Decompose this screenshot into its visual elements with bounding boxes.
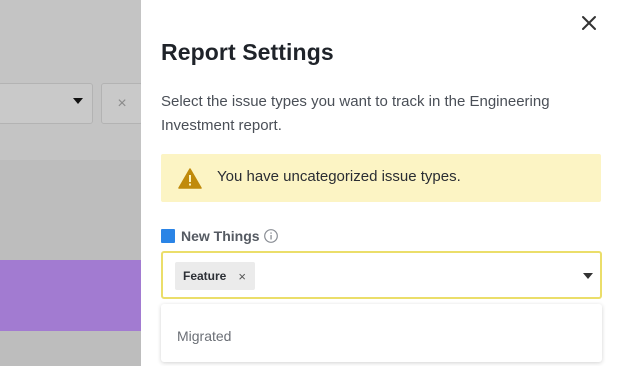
background-purple-bar — [0, 260, 141, 331]
background-footer-area — [0, 331, 141, 366]
category-color-swatch — [161, 229, 175, 243]
drawer-description: Select the issue types you want to track… — [161, 93, 550, 134]
background-caret-down-icon — [73, 98, 83, 104]
info-icon[interactable] — [263, 228, 279, 244]
warning-triangle-icon — [178, 168, 202, 189]
selected-chip-feature: Feature × — [175, 262, 255, 290]
category-label: New Things — [181, 228, 260, 244]
issue-type-multiselect[interactable]: Feature × — [161, 251, 602, 299]
chip-remove-icon[interactable]: × — [238, 270, 246, 283]
warning-banner: You have uncategorized issue types. — [161, 154, 601, 202]
background-header-area — [0, 0, 141, 160]
close-icon — [582, 16, 596, 30]
drawer-title: Report Settings — [161, 39, 334, 65]
chevron-down-icon[interactable] — [583, 273, 593, 279]
dropdown-option-migrated[interactable]: Migrated — [161, 304, 602, 362]
chip-label: Feature — [183, 269, 227, 283]
dropdown-menu: Migrated — [161, 304, 602, 362]
warning-text: You have uncategorized issue types. — [217, 168, 461, 185]
background-clear-button[interactable]: × — [101, 83, 143, 124]
background-content-area — [0, 160, 141, 260]
close-button[interactable] — [578, 12, 600, 34]
